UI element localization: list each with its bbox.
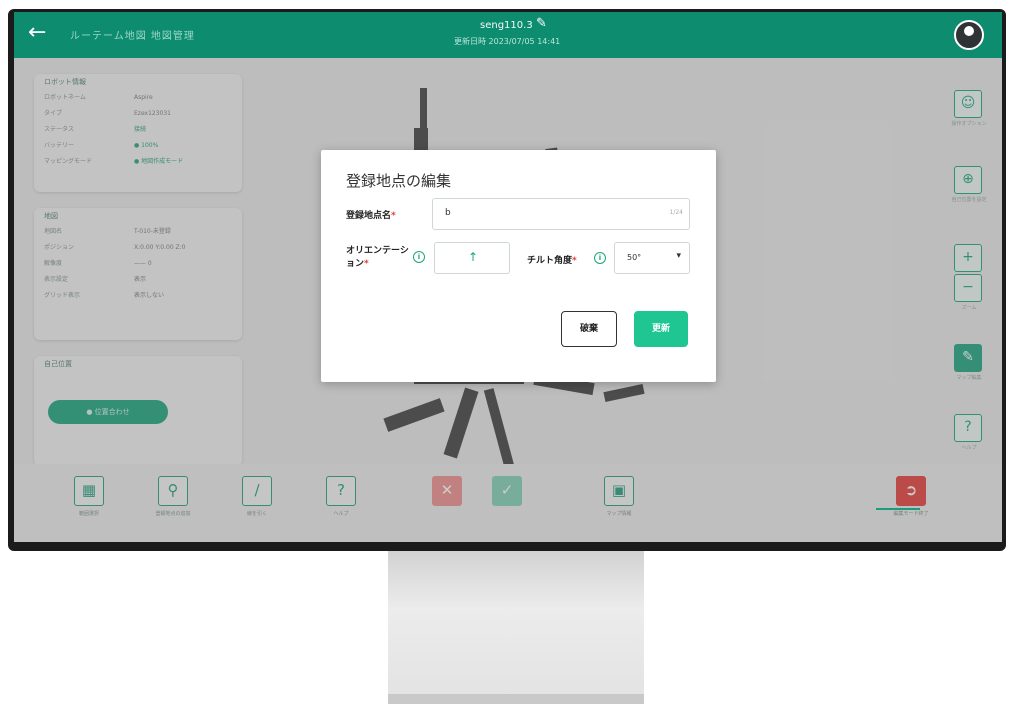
edit-name-icon[interactable]: ✎ [536,16,547,31]
tilt-label: チルト角度* [527,256,577,266]
monitor-stand [388,551,644,704]
tilt-info-icon[interactable]: i [594,252,606,264]
chevron-down-icon: ▾ [676,251,681,261]
dialog-title: 登録地点の編集 [346,172,452,190]
char-counter: 1/24 [669,209,683,216]
map-name: seng110.3 [480,20,533,31]
breadcrumb: ルーテーム地図 地図管理 [70,31,195,42]
tilt-angle-select[interactable]: 50° ▾ [614,242,690,274]
edit-location-dialog: 登録地点の編集 登録地点名* b 1/24 オリエンテーシ ョン* i ↑ チル… [321,150,716,382]
discard-button[interactable]: 破棄 [561,311,617,347]
orientation-label: オリエンテーシ ョン* [346,246,409,269]
location-name-input[interactable]: b 1/24 [432,198,690,230]
orientation-info-icon[interactable]: i [413,251,425,263]
update-button[interactable]: 更新 [634,311,688,347]
app-header: ← ルーテーム地図 地図管理 seng110.3 ✎ 更新日時 2023/07/… [14,12,1002,58]
orientation-input[interactable]: ↑ [434,242,510,274]
name-label: 登録地点名* [346,211,396,221]
arrow-up-icon: ↑ [468,250,479,264]
user-avatar-icon[interactable] [954,20,984,50]
back-arrow-icon[interactable]: ← [28,20,46,45]
map-subtitle: 更新日時 2023/07/05 14:41 [454,37,561,46]
active-indicator [876,508,920,510]
